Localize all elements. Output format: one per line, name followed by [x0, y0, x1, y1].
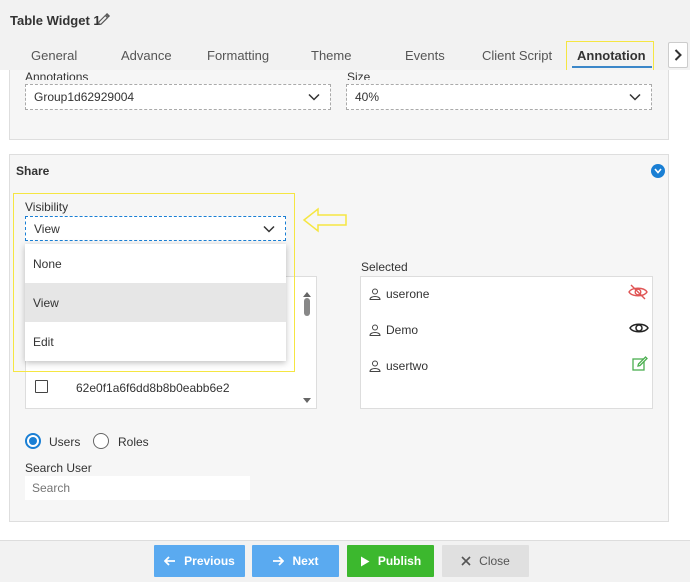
selected-label: Selected — [361, 260, 408, 274]
size-select-value: 40% — [355, 90, 380, 104]
play-icon — [360, 556, 370, 566]
selected-user-usertwo[interactable]: usertwo — [369, 359, 428, 373]
close-button[interactable]: Close — [442, 545, 529, 577]
visibility-highlight-box — [13, 193, 295, 372]
chevron-down-icon — [654, 168, 662, 174]
dialog-footer — [0, 540, 690, 582]
tab-theme[interactable]: Theme — [311, 48, 351, 63]
arrow-left-icon — [164, 556, 176, 566]
edit-icon[interactable] — [632, 356, 648, 372]
search-user-label: Search User — [25, 461, 92, 475]
chevron-down-icon — [308, 93, 320, 101]
tab-advance[interactable]: Advance — [121, 48, 172, 63]
tab-general[interactable]: General — [31, 48, 77, 63]
selected-user-name: usertwo — [386, 359, 429, 373]
users-radio-label: Users — [49, 435, 81, 449]
arrow-left-icon — [302, 207, 347, 233]
next-label: Next — [292, 554, 319, 568]
selected-user-name: userone — [386, 287, 430, 301]
users-radio[interactable] — [25, 433, 41, 449]
scroll-up-arrow[interactable] — [303, 286, 311, 297]
chevron-down-icon — [629, 93, 641, 101]
tab-events[interactable]: Events — [405, 48, 445, 63]
size-select[interactable]: 40% — [346, 84, 652, 110]
publish-button[interactable]: Publish — [347, 545, 434, 577]
search-user-input[interactable] — [25, 476, 250, 500]
user-checkbox[interactable] — [35, 380, 48, 393]
tab-client-script[interactable]: Client Script — [482, 48, 552, 63]
previous-button[interactable]: Previous — [154, 545, 245, 577]
tab-scroll-right-button[interactable] — [668, 42, 688, 68]
previous-label: Previous — [184, 554, 235, 568]
size-label: Size — [347, 70, 371, 80]
scrollbar-thumb[interactable] — [304, 298, 310, 316]
user-icon — [369, 324, 381, 336]
annotations-select-value: Group1d62929004 — [34, 90, 135, 104]
selected-user-userone[interactable]: userone — [369, 287, 429, 301]
roles-radio-label: Roles — [118, 435, 149, 449]
close-label: Close — [479, 554, 510, 568]
dialog-title: Table Widget 1 — [10, 13, 101, 28]
close-icon — [461, 556, 471, 566]
roles-radio[interactable] — [93, 433, 109, 449]
eye-slash-icon[interactable] — [628, 284, 648, 300]
annotations-label: Annotations — [25, 70, 89, 80]
publish-label: Publish — [377, 554, 422, 568]
annotations-select[interactable]: Group1d62929004 — [25, 84, 331, 110]
chevron-right-icon — [674, 49, 682, 61]
arrow-right-icon — [273, 556, 285, 566]
user-icon — [369, 360, 381, 372]
selected-user-name: Demo — [386, 323, 419, 337]
share-title: Share — [16, 164, 50, 178]
collapse-share-button[interactable] — [651, 164, 665, 178]
user-icon — [369, 288, 381, 300]
edit-title-icon[interactable] — [97, 12, 111, 26]
selected-user-demo[interactable]: Demo — [369, 323, 418, 337]
tab-formatting[interactable]: Formatting — [207, 48, 269, 63]
eye-icon[interactable] — [629, 320, 649, 336]
scroll-down-arrow[interactable] — [303, 393, 311, 403]
user-id-text: 62e0f1a6f6dd8b8b0eabb6e2 — [76, 381, 230, 395]
selected-users-list: userone Demo usertwo — [360, 276, 653, 409]
next-button[interactable]: Next — [252, 545, 339, 577]
